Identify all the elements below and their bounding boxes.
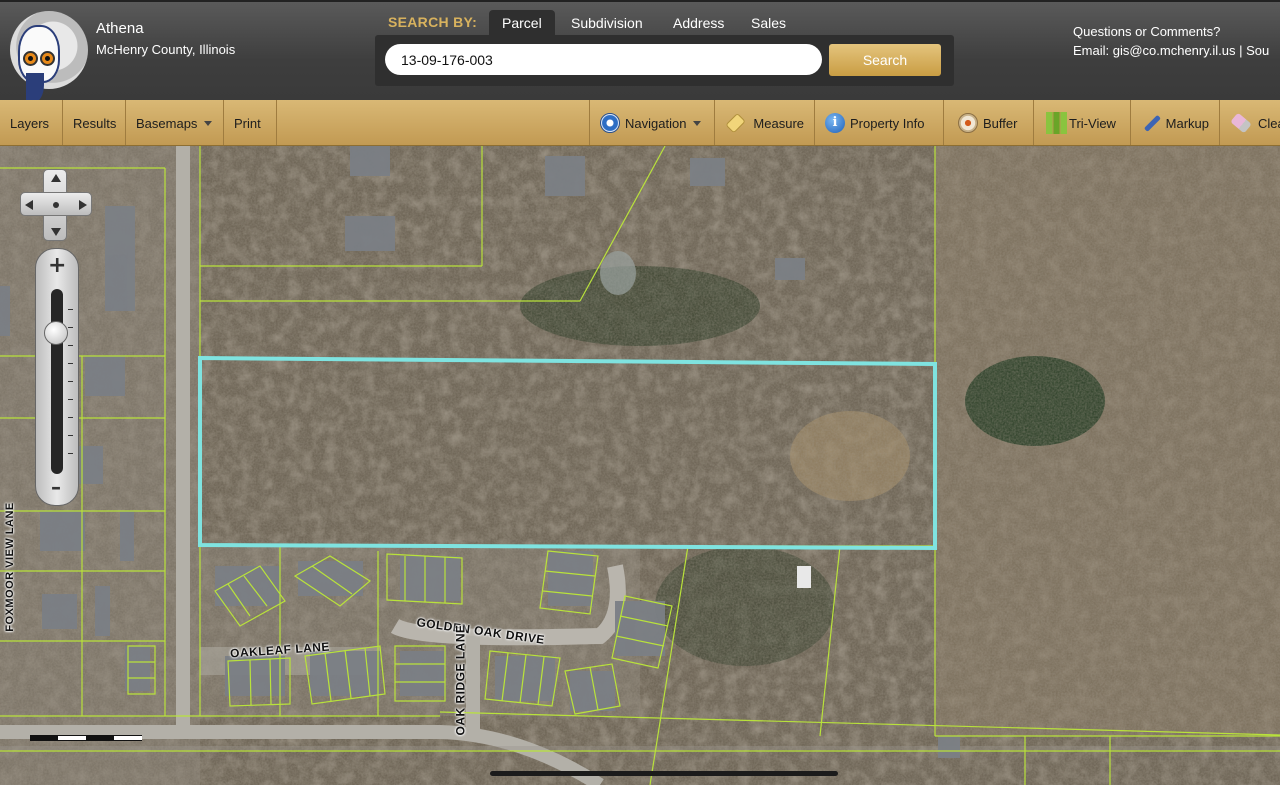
contact-heading: Questions or Comments?: [1073, 24, 1221, 39]
print-button[interactable]: Print: [224, 100, 277, 145]
tri-view-button[interactable]: Tri-View: [1034, 100, 1131, 145]
navigation-icon: [600, 113, 620, 133]
zoom-out-icon[interactable]: –: [51, 475, 61, 499]
zoom-tick: [68, 435, 73, 436]
tri-view-label: Tri-View: [1069, 115, 1116, 131]
results-button[interactable]: Results: [63, 100, 126, 145]
markup-button[interactable]: Markup: [1131, 100, 1220, 145]
map-view[interactable]: GOLDEN OAK DRIVE OAKLEAF LANE OAK RIDGE …: [0, 146, 1280, 785]
zoom-tick: [68, 345, 73, 346]
tab-sales[interactable]: Sales: [738, 10, 799, 36]
chevron-down-icon: [204, 120, 213, 126]
zoom-tick: [68, 417, 73, 418]
aerial-imagery: [0, 146, 1280, 785]
zoom-track[interactable]: [51, 289, 63, 474]
eraser-icon: [1230, 112, 1252, 134]
buffer-icon: [958, 113, 978, 133]
zoom-in-icon[interactable]: +: [48, 253, 66, 278]
chevron-down-icon: [693, 120, 702, 126]
pan-up-icon[interactable]: [51, 174, 61, 182]
results-label: Results: [73, 115, 117, 131]
zoom-handle[interactable]: [44, 321, 68, 345]
clear-button[interactable]: Clea: [1220, 100, 1280, 145]
zoom-tick: [68, 381, 73, 382]
navigation-dropdown[interactable]: Navigation: [589, 100, 715, 145]
owl-wing: [26, 73, 44, 103]
search-button[interactable]: Search: [829, 44, 941, 76]
pan-down-icon[interactable]: [51, 228, 61, 236]
toolbar: Layers Results Basemaps Print Navigation…: [0, 100, 1280, 146]
search-by-label: SEARCH BY:: [388, 14, 478, 30]
app-title: Athena: [96, 20, 144, 37]
measure-button[interactable]: Measure: [715, 100, 815, 145]
contact-email[interactable]: Email: gis@co.mchenry.il.us | Sou: [1073, 43, 1269, 58]
basemaps-dropdown[interactable]: Basemaps: [126, 100, 224, 145]
horizontal-scrollbar[interactable]: [490, 771, 838, 776]
basemaps-label: Basemaps: [136, 115, 198, 131]
info-icon: i: [825, 113, 845, 133]
pan-left-icon[interactable]: [25, 200, 33, 210]
pencil-icon: [1143, 114, 1161, 132]
zoom-tick: [68, 399, 73, 400]
owl-eye-right: [40, 51, 55, 66]
street-label-oak-ridge-lane: OAK RIDGE LANE: [453, 624, 468, 736]
zoom-slider[interactable]: + –: [35, 248, 79, 506]
zoom-tick: [68, 327, 73, 328]
markup-label: Markup: [1165, 115, 1209, 131]
app-subtitle: McHenry County, Illinois: [96, 42, 236, 57]
pan-right-icon[interactable]: [79, 200, 87, 210]
pan-center-icon[interactable]: [53, 202, 59, 208]
property-info-button[interactable]: i Property Info: [815, 100, 944, 145]
clear-label: Clea: [1258, 115, 1280, 131]
parcel-search-input[interactable]: [385, 44, 822, 75]
zoom-tick: [68, 363, 73, 364]
layers-label: Layers: [10, 115, 50, 131]
buffer-button[interactable]: Buffer: [944, 100, 1034, 145]
tab-address[interactable]: Address: [660, 10, 737, 36]
buffer-label: Buffer: [983, 115, 1018, 131]
app-header: Athena McHenry County, Illinois SEARCH B…: [0, 0, 1280, 103]
print-label: Print: [234, 115, 261, 131]
measure-label: Measure: [753, 115, 804, 131]
street-label-foxmoor-view-lane: FOXMOOR VIEW LANE: [3, 502, 16, 632]
owl-eye-left: [23, 51, 38, 66]
zoom-tick: [68, 309, 73, 310]
layers-button[interactable]: Layers: [0, 100, 63, 145]
owl-logo-icon[interactable]: [10, 11, 88, 103]
ruler-icon: [725, 112, 747, 134]
tri-view-icon: [1046, 112, 1067, 134]
zoom-tick: [68, 453, 73, 454]
pan-control[interactable]: [20, 169, 92, 241]
navigation-label: Navigation: [625, 115, 687, 131]
owl-body: [18, 25, 60, 103]
property-info-label: Property Info: [850, 115, 925, 131]
tab-parcel[interactable]: Parcel: [489, 10, 555, 36]
tab-subdivision[interactable]: Subdivision: [558, 10, 656, 36]
